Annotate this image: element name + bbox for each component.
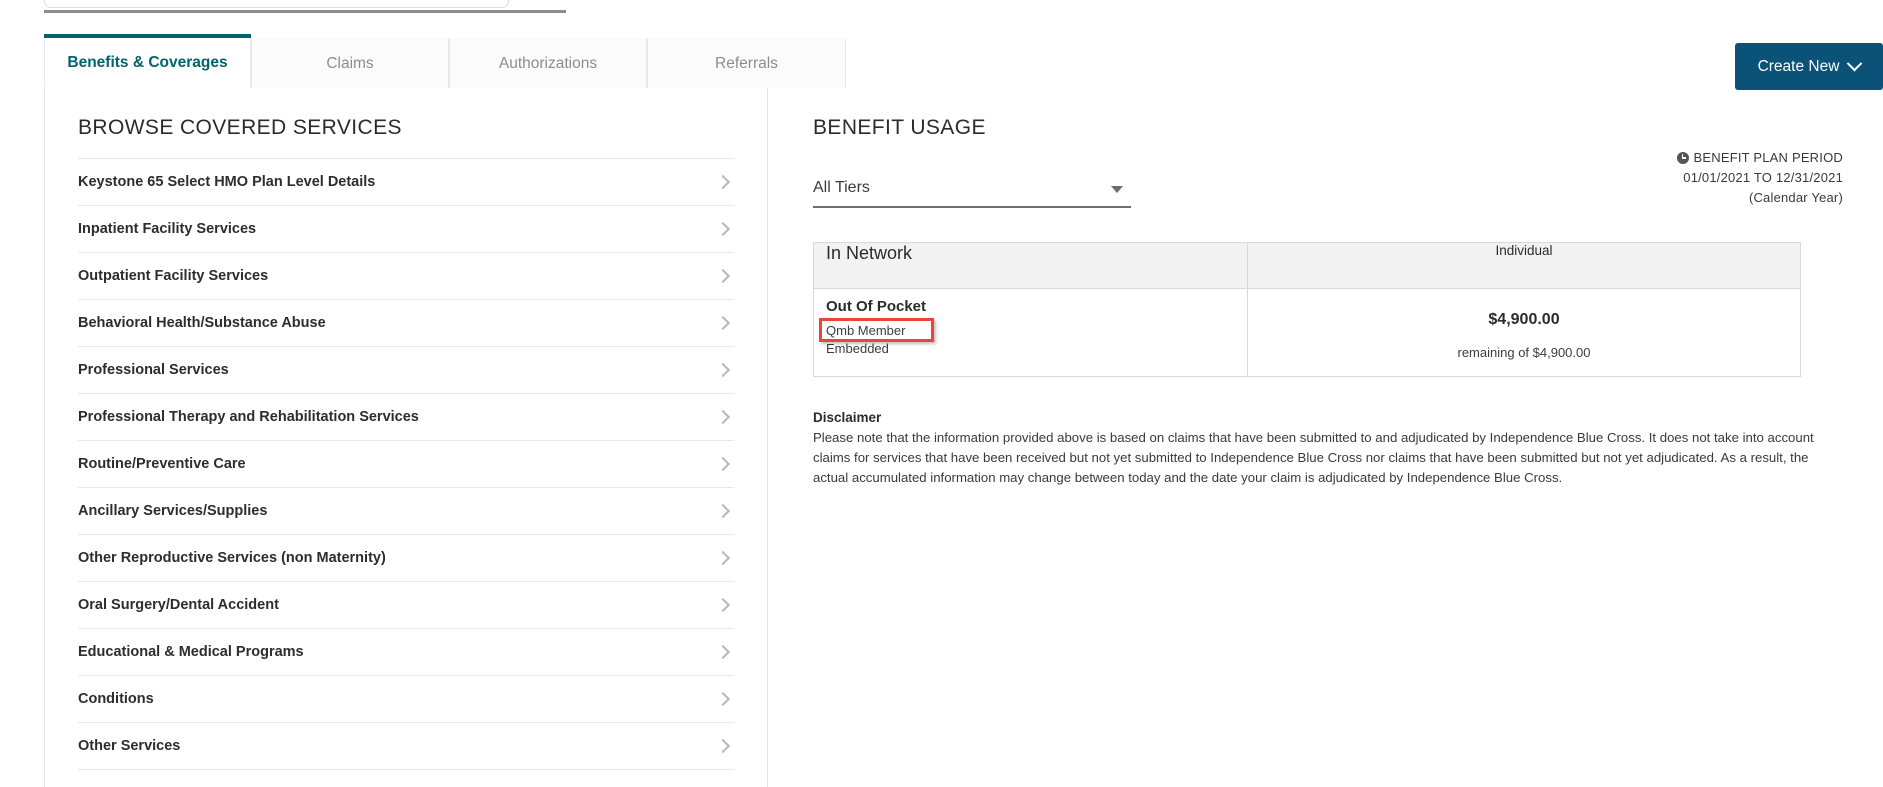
tab-bar: Benefits & Coverages Claims Authorizatio… <box>44 34 846 88</box>
browse-item-label: Oral Surgery/Dental Accident <box>78 597 279 613</box>
browse-covered-services-list: Keystone 65 Select HMO Plan Level Detail… <box>78 158 734 770</box>
browse-item-label: Other Reproductive Services (non Materni… <box>78 550 386 566</box>
browse-item[interactable]: Keystone 65 Select HMO Plan Level Detail… <box>78 159 734 206</box>
chevron-right-icon[interactable] <box>715 409 731 425</box>
browse-covered-services-panel: BROWSE COVERED SERVICES Keystone 65 Sele… <box>44 88 768 787</box>
browse-item-label: Inpatient Facility Services <box>78 221 257 237</box>
disclaimer: Disclaimer Please note that the informat… <box>813 410 1843 489</box>
chevron-right-icon[interactable] <box>715 550 731 566</box>
browse-item-label: Conditions <box>78 691 154 707</box>
chevron-right-icon[interactable] <box>715 315 731 331</box>
main-content: BROWSE COVERED SERVICES Keystone 65 Sele… <box>44 88 1883 787</box>
browse-item-label: Other Services <box>78 738 181 754</box>
browse-item-label: Educational & Medical Programs <box>78 644 304 660</box>
table-body: Out Of Pocket Qmb Member Embedded $4,900… <box>813 288 1801 377</box>
benefit-subtype-embedded: Embedded <box>826 341 889 356</box>
chevron-right-icon[interactable] <box>715 456 731 472</box>
column-header-in-network: In Network <box>813 242 1248 289</box>
search-box-remnant[interactable] <box>44 0 509 8</box>
table-head: In Network Individual <box>813 242 1801 289</box>
browse-item[interactable]: Outpatient Facility Services <box>78 253 734 300</box>
chevron-right-icon[interactable] <box>715 174 731 190</box>
chevron-down-icon <box>1847 55 1863 72</box>
tab-label: Benefits & Coverages <box>67 53 228 71</box>
tab-authorizations[interactable]: Authorizations <box>449 38 647 88</box>
column-header-individual: Individual <box>1247 242 1801 289</box>
tab-referrals[interactable]: Referrals <box>647 38 846 88</box>
browse-item-label: Outpatient Facility Services <box>78 268 269 284</box>
benefit-usage-table: In Network Individual Out Of Pocket Qmb … <box>813 242 1801 377</box>
browse-item-label: Routine/Preventive Care <box>78 456 246 472</box>
plan-period-range: 01/01/2021 TO 12/31/2021 <box>1683 169 1843 185</box>
browse-item[interactable]: Oral Surgery/Dental Accident <box>78 582 734 629</box>
tab-label: Referrals <box>715 54 778 72</box>
benefit-usage-panel: BENEFIT USAGE BENEFIT PLAN PERIOD 01/01/… <box>768 88 1883 787</box>
browse-item-label: Behavioral Health/Substance Abuse <box>78 315 326 331</box>
browse-item[interactable]: Behavioral Health/Substance Abuse <box>78 300 734 347</box>
create-new-label: Create New <box>1757 57 1840 75</box>
cell-out-of-pocket: Out Of Pocket Qmb Member Embedded <box>813 288 1248 377</box>
disclaimer-title: Disclaimer <box>813 410 882 425</box>
browse-item[interactable]: Other Services <box>78 723 734 770</box>
table-header-row: In Network Individual <box>813 242 1801 289</box>
browse-item[interactable]: Educational & Medical Programs <box>78 629 734 676</box>
horizontal-rule <box>44 10 566 13</box>
browse-item[interactable]: Ancillary Services/Supplies <box>78 488 734 535</box>
tier-select[interactable]: All Tiers <box>813 170 1131 208</box>
tab-benefits-coverages[interactable]: Benefits & Coverages <box>44 34 251 88</box>
browse-item-label: Professional Services <box>78 362 229 378</box>
browse-item[interactable]: Conditions <box>78 676 734 723</box>
amount-value: $4,900.00 <box>1488 311 1560 328</box>
browse-item[interactable]: Other Reproductive Services (non Materni… <box>78 535 734 582</box>
browse-item-label: Ancillary Services/Supplies <box>78 503 268 519</box>
chevron-right-icon[interactable] <box>715 691 731 707</box>
chevron-right-icon[interactable] <box>715 268 731 284</box>
browse-item[interactable]: Professional Services <box>78 347 734 394</box>
chevron-right-icon[interactable] <box>715 221 731 237</box>
tab-claims[interactable]: Claims <box>251 38 449 88</box>
plan-period-heading: BENEFIT PLAN PERIOD <box>1693 150 1843 165</box>
browse-item[interactable]: Professional Therapy and Rehabilitation … <box>78 394 734 441</box>
chevron-right-icon[interactable] <box>715 597 731 613</box>
tab-label: Authorizations <box>498 54 598 72</box>
benefit-subtype-qmb-member: Qmb Member <box>826 323 906 338</box>
table-row: Out Of Pocket Qmb Member Embedded $4,900… <box>813 288 1801 377</box>
tab-label: Claims <box>326 54 374 72</box>
chevron-right-icon[interactable] <box>715 738 731 754</box>
browse-item-label: Professional Therapy and Rehabilitation … <box>78 409 419 425</box>
amount-remaining: remaining of $4,900.00 <box>1457 345 1591 360</box>
chevron-right-icon[interactable] <box>715 362 731 378</box>
tier-select-value: All Tiers <box>813 179 870 196</box>
benefit-plan-period: BENEFIT PLAN PERIOD 01/01/2021 TO 12/31/… <box>1676 148 1844 207</box>
clock-icon <box>1676 151 1689 164</box>
browse-item-label: Keystone 65 Select HMO Plan Level Detail… <box>78 174 376 190</box>
chevron-right-icon[interactable] <box>715 644 731 660</box>
disclaimer-body: Please note that the information provide… <box>813 430 1814 486</box>
chevron-down-icon <box>1111 186 1123 193</box>
plan-period-note: (Calendar Year) <box>1748 189 1843 205</box>
browse-item[interactable]: Inpatient Facility Services <box>78 206 734 253</box>
benefit-category-label: Out Of Pocket <box>826 298 927 315</box>
browse-item[interactable]: Routine/Preventive Care <box>78 441 734 488</box>
create-new-button[interactable]: Create New <box>1735 43 1883 90</box>
chevron-right-icon[interactable] <box>715 503 731 519</box>
page-title: BROWSE COVERED SERVICES <box>78 116 402 139</box>
cell-individual-amount: $4,900.00 remaining of $4,900.00 <box>1247 288 1801 377</box>
top-strip <box>0 0 1883 28</box>
